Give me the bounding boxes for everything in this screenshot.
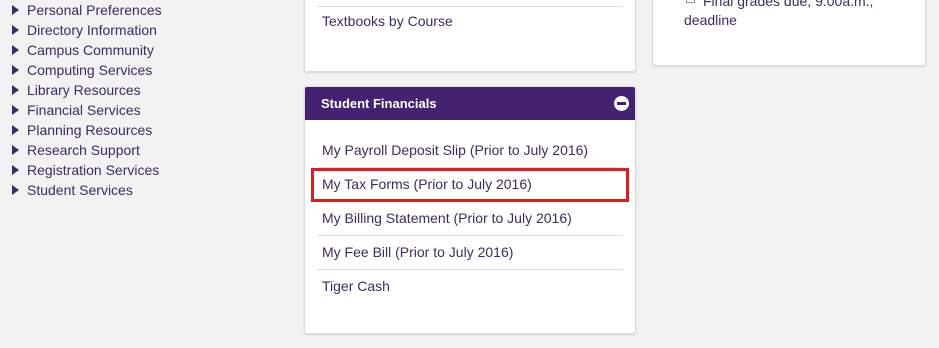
- expand-triangle-icon[interactable]: [12, 185, 19, 195]
- textbooks-by-course-link[interactable]: Textbooks by Course: [322, 13, 453, 29]
- link-label: My Billing Statement (Prior to July 2016…: [322, 210, 572, 226]
- left-navigation: Personal Preferences Directory Informati…: [12, 0, 292, 200]
- expand-triangle-icon[interactable]: [12, 85, 19, 95]
- nav-item-label: Planning Resources: [27, 122, 153, 138]
- link-label: My Payroll Deposit Slip (Prior to July 2…: [322, 142, 589, 158]
- nav-item-label: Directory Information: [27, 22, 157, 38]
- nav-item-label: Library Resources: [27, 82, 141, 98]
- link-label: My Tax Forms (Prior to July 2016): [322, 176, 532, 192]
- link-label: My Fee Bill (Prior to July 2016): [322, 244, 514, 260]
- expand-triangle-icon[interactable]: [12, 165, 19, 175]
- nav-item-label: Registration Services: [27, 162, 160, 178]
- expand-triangle-icon[interactable]: [12, 125, 19, 135]
- announcement-deadline: deadline: [684, 12, 737, 28]
- nav-item-label: Personal Preferences: [27, 2, 162, 18]
- nav-item-library-resources[interactable]: Library Resources: [12, 80, 292, 100]
- nav-item-label: Computing Services: [27, 62, 153, 78]
- tax-forms-link[interactable]: My Tax Forms (Prior to July 2016): [311, 168, 629, 202]
- tiger-cash-link[interactable]: Tiger Cash: [317, 270, 623, 303]
- nav-item-label: Campus Community: [27, 42, 154, 58]
- nav-item-label: Research Support: [27, 142, 140, 158]
- link-label: Tiger Cash: [322, 278, 390, 294]
- student-financials-card: Student Financials My Payroll Deposit Sl…: [304, 86, 636, 334]
- billing-statement-link[interactable]: My Billing Statement (Prior to July 2016…: [317, 202, 623, 236]
- textbooks-card: Textbooks by Course: [304, 0, 636, 72]
- payroll-deposit-slip-link[interactable]: My Payroll Deposit Slip (Prior to July 2…: [317, 134, 623, 168]
- card-header: Student Financials: [305, 87, 635, 120]
- nav-item-research-support[interactable]: Research Support: [12, 140, 292, 160]
- divider: [317, 6, 623, 7]
- nav-item-personal-preferences[interactable]: Personal Preferences: [12, 0, 292, 20]
- expand-triangle-icon[interactable]: [12, 145, 19, 155]
- nav-item-planning-resources[interactable]: Planning Resources: [12, 120, 292, 140]
- nav-item-registration-services[interactable]: Registration Services: [12, 160, 292, 180]
- expand-triangle-icon[interactable]: [12, 5, 19, 15]
- expand-triangle-icon[interactable]: [12, 25, 19, 35]
- nav-item-label: Student Services: [27, 182, 133, 198]
- nav-item-student-services[interactable]: Student Services: [12, 180, 292, 200]
- nav-item-computing-services[interactable]: Computing Services: [12, 60, 292, 80]
- financials-link-list: My Payroll Deposit Slip (Prior to July 2…: [311, 134, 629, 303]
- nav-item-financial-services[interactable]: Financial Services: [12, 100, 292, 120]
- expand-triangle-icon[interactable]: [12, 105, 19, 115]
- nav-item-directory-information[interactable]: Directory Information: [12, 20, 292, 40]
- announcement-card: Final grades due, 9:00a.m., deadline: [652, 0, 926, 66]
- expand-triangle-icon[interactable]: [12, 65, 19, 75]
- nav-item-label: Financial Services: [27, 102, 141, 118]
- nav-item-campus-community[interactable]: Campus Community: [12, 40, 292, 60]
- calendar-icon: [686, 0, 695, 3]
- expand-triangle-icon[interactable]: [12, 45, 19, 55]
- minus-circle-icon[interactable]: [614, 96, 629, 111]
- announcement-text: Final grades due, 9:00a.m.,: [703, 0, 874, 9]
- card-title: Student Financials: [321, 96, 437, 111]
- fee-bill-link[interactable]: My Fee Bill (Prior to July 2016): [317, 236, 623, 270]
